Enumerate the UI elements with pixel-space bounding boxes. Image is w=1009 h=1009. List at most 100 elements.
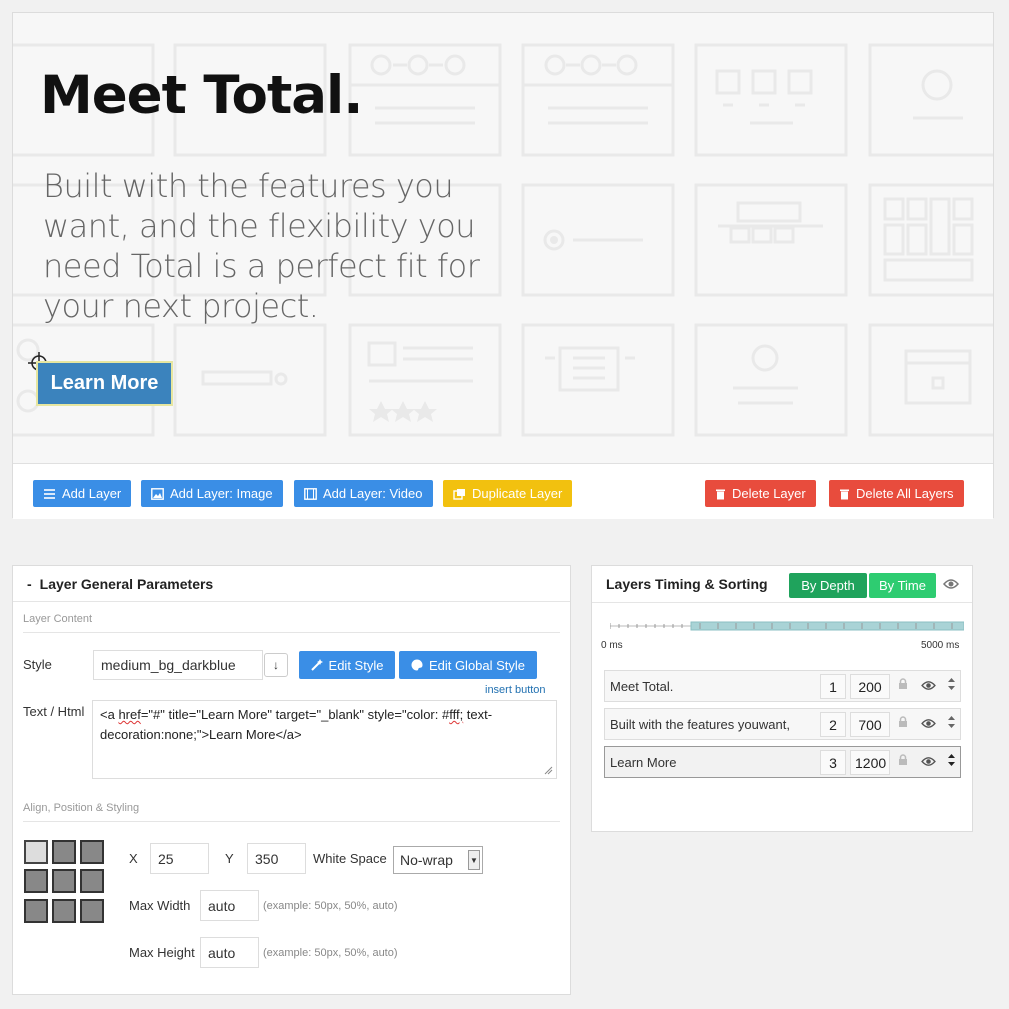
divider <box>23 632 560 633</box>
layer-name[interactable]: Built with the features youwant, <box>610 709 790 739</box>
text-html-label: Text / Html <box>23 704 85 719</box>
max-height-hint: (example: 50px, 50%, auto) <box>263 947 398 959</box>
style-input[interactable]: medium_bg_darkblue <box>93 650 263 680</box>
layer-order-input[interactable]: 2 <box>820 712 846 737</box>
trash-icon <box>716 489 725 499</box>
insert-button-link[interactable]: insert button <box>485 684 546 696</box>
add-layer-video-button[interactable]: Add Layer: Video <box>294 480 433 507</box>
layer-order-input[interactable]: 3 <box>820 750 846 775</box>
image-icon <box>151 487 164 500</box>
section-label-content: Layer Content <box>23 613 93 625</box>
section-label-position: Align, Position & Styling <box>23 802 140 814</box>
eye-icon[interactable] <box>921 718 936 729</box>
edit-style-label: Edit Style <box>328 657 384 673</box>
layer-name[interactable]: Meet Total. <box>610 671 673 701</box>
max-width-input[interactable]: auto <box>200 890 259 921</box>
max-height-input[interactable]: auto <box>200 937 259 968</box>
resize-grip-icon[interactable] <box>544 766 553 775</box>
slide-editor: Meet Total. Built with the features you … <box>12 12 994 519</box>
max-width-hint: (example: 50px, 50%, auto) <box>263 900 398 912</box>
html-code-part: fff; <box>449 707 464 722</box>
film-icon <box>304 487 317 500</box>
eye-icon[interactable] <box>921 756 936 767</box>
sort-by-depth-button[interactable]: By Depth <box>789 573 867 598</box>
align-bottom-left[interactable] <box>24 898 48 923</box>
panel-title: Layer General Parameters <box>39 575 214 592</box>
duplicate-layer-button[interactable]: Duplicate Layer <box>443 480 573 507</box>
sort-handle-icon[interactable] <box>948 716 955 728</box>
align-bottom-right[interactable] <box>80 898 104 923</box>
delete-layer-label: Delete Layer <box>732 486 806 501</box>
chevron-down-icon: ▼ <box>468 850 480 870</box>
layer-name[interactable]: Learn More <box>610 747 676 777</box>
timeline-ruler[interactable] <box>610 619 964 633</box>
layer-time-input[interactable]: 700 <box>850 712 890 737</box>
html-code-part: ="#" title="Learn More" target="_blank" … <box>140 707 450 722</box>
lock-icon[interactable] <box>898 678 908 690</box>
layer-row[interactable]: Meet Total. 1 200 <box>604 670 961 702</box>
layer-time-input[interactable]: 1200 <box>850 750 890 775</box>
white-space-value: No-wrap <box>400 852 453 868</box>
eye-icon[interactable] <box>943 578 959 590</box>
layer-row[interactable]: Built with the features youwant, 2 700 <box>604 708 961 740</box>
duplicate-layer-label: Duplicate Layer <box>472 486 563 501</box>
panel-title: Layers Timing & Sorting <box>606 576 768 592</box>
palette-icon <box>411 659 423 671</box>
max-width-label: Max Width <box>129 898 191 913</box>
learn-more-layer[interactable]: Learn More <box>36 361 173 406</box>
slide-body-text[interactable]: Built with the features you want, and th… <box>43 166 483 326</box>
align-middle-left[interactable] <box>24 869 48 894</box>
eye-icon[interactable] <box>921 680 936 691</box>
x-label: X <box>129 851 138 866</box>
align-middle-center[interactable] <box>52 869 76 894</box>
html-code-part: href <box>118 707 141 722</box>
add-layer-label: Add Layer <box>62 486 122 501</box>
collapse-toggle[interactable]: - <box>27 576 32 592</box>
trash-icon <box>840 489 849 499</box>
sort-handle-icon[interactable] <box>948 678 955 690</box>
sort-handle-icon[interactable] <box>948 754 955 766</box>
x-input[interactable]: 25 <box>150 843 209 874</box>
y-label: Y <box>225 851 234 866</box>
edit-global-style-button[interactable]: Edit Global Style <box>399 651 537 679</box>
y-input[interactable]: 350 <box>247 843 306 874</box>
slide-canvas: Meet Total. Built with the features you … <box>13 13 993 463</box>
layer-toolbar: Add Layer Add Layer: Image Add Layer: Vi… <box>13 463 993 519</box>
layers-timing-panel: Layers Timing & Sorting By Depth By Time… <box>591 565 973 832</box>
white-space-select[interactable]: No-wrap ▼ <box>393 846 483 874</box>
sort-by-time-button[interactable]: By Time <box>869 573 936 598</box>
delete-all-layers-button[interactable]: Delete All Layers <box>829 480 964 507</box>
magic-wand-icon <box>310 659 323 671</box>
align-bottom-center[interactable] <box>52 898 76 923</box>
add-layer-image-label: Add Layer: Image <box>170 486 273 501</box>
align-top-left[interactable] <box>24 840 48 864</box>
max-height-label: Max Height <box>129 945 195 960</box>
add-layer-image-button[interactable]: Add Layer: Image <box>141 480 283 507</box>
add-layer-button[interactable]: Add Layer <box>33 480 132 507</box>
align-top-right[interactable] <box>80 840 104 864</box>
align-top-center[interactable] <box>52 840 76 864</box>
timeline-start-label: 0 ms <box>601 640 623 651</box>
layer-time-input[interactable]: 200 <box>850 674 890 699</box>
style-label: Style <box>23 657 52 672</box>
layer-row-selected[interactable]: Learn More 3 1200 <box>604 746 961 778</box>
edit-style-button[interactable]: Edit Style <box>299 651 395 679</box>
panel-header[interactable]: - Layer General Parameters <box>13 566 570 602</box>
layers-icon <box>44 488 55 499</box>
add-layer-video-label: Add Layer: Video <box>323 486 423 501</box>
text-html-textarea[interactable]: <a href="#" title="Learn More" target="_… <box>92 700 557 779</box>
lock-icon[interactable] <box>898 716 908 728</box>
layer-order-input[interactable]: 1 <box>820 674 846 699</box>
html-code-part: <a <box>100 707 119 722</box>
copy-icon <box>453 488 465 500</box>
slide-title[interactable]: Meet Total. <box>40 65 363 126</box>
align-middle-right[interactable] <box>80 869 104 894</box>
lock-icon[interactable] <box>898 754 908 766</box>
layer-params-panel: - Layer General Parameters Layer Content… <box>12 565 571 995</box>
timeline-end-label: 5000 ms <box>921 640 960 651</box>
delete-all-layers-label: Delete All Layers <box>856 486 954 501</box>
delete-layer-button[interactable]: Delete Layer <box>705 480 816 507</box>
edit-global-style-label: Edit Global Style <box>428 657 526 673</box>
style-dropdown-button[interactable]: ↓ <box>264 653 288 677</box>
divider <box>23 821 560 822</box>
